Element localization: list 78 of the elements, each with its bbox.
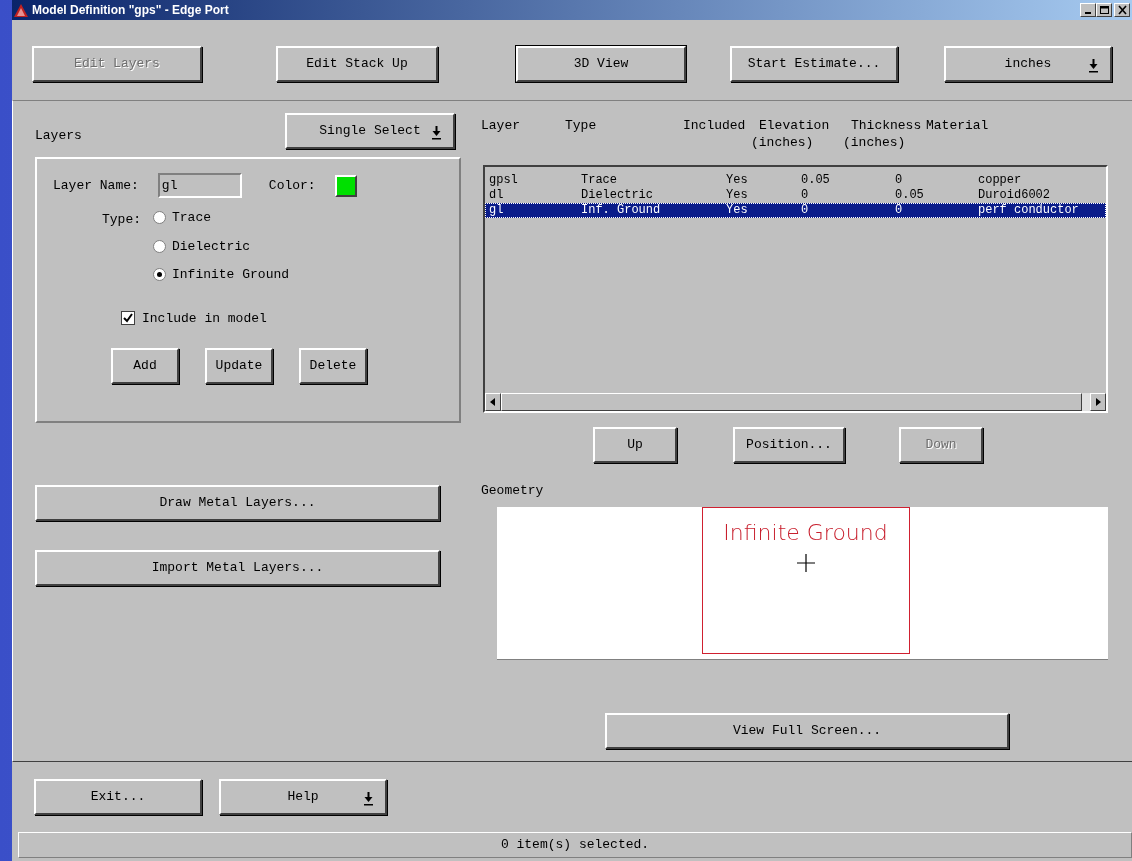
- radio-label: Dielectric: [172, 237, 251, 256]
- push-button[interactable]: Edit Stack Up: [276, 46, 438, 82]
- column-header: Type: [565, 117, 597, 134]
- column-unit: (inches): [843, 134, 906, 151]
- field-label: Type:: [102, 211, 141, 229]
- close-button[interactable]: [1114, 3, 1130, 17]
- layer-name-field[interactable]: gl: [157, 173, 242, 198]
- push-button[interactable]: Exit...: [34, 779, 202, 815]
- list-row[interactable]: gpsl Trace Yes 0.05 0 copper: [485, 173, 1106, 188]
- radio-button[interactable]: [153, 268, 166, 282]
- cell-text: Yes: [726, 188, 749, 203]
- color-swatch[interactable]: [334, 174, 357, 197]
- list-row[interactable]: dl Dielectric Yes 0 0.05 Duroid6002: [485, 188, 1106, 203]
- push-button[interactable]: Position...: [733, 427, 845, 463]
- cell-text: 0: [801, 188, 810, 203]
- window-title: Model Definition "gps" - Edge Port: [32, 2, 230, 19]
- cell-text: 0.05: [895, 188, 925, 203]
- checkbox-label: Include in model: [142, 309, 267, 328]
- push-button[interactable]: View Full Screen...: [605, 712, 1009, 749]
- cell-text: dl: [489, 188, 505, 203]
- cell-text: 0: [801, 203, 810, 218]
- column-header: Included: [683, 117, 746, 134]
- dropdown-arrow-icon: [364, 792, 373, 806]
- cell-text: Yes: [726, 203, 749, 218]
- right-arrow-icon: [1095, 398, 1101, 406]
- cell-text: perf conductor: [978, 203, 1080, 218]
- push-button[interactable]: Import Metal Layers...: [35, 550, 440, 586]
- cell-text: Dielectric: [581, 188, 654, 203]
- crosshair-icon: [796, 553, 815, 572]
- push-button[interactable]: Draw Metal Layers...: [35, 485, 440, 521]
- radio-label: Infinite Ground: [172, 266, 290, 284]
- minimize-button[interactable]: [1080, 3, 1096, 17]
- scroll-right-button[interactable]: [1090, 393, 1106, 411]
- push-button[interactable]: Delete: [299, 348, 367, 384]
- cell-text: gpsl: [489, 173, 519, 188]
- cell-text: 0: [895, 203, 904, 218]
- maximize-icon: [1098, 5, 1110, 15]
- column-unit: (inches): [751, 134, 814, 151]
- cell-text: Yes: [726, 173, 749, 188]
- app-logo-icon: [14, 3, 28, 17]
- push-button[interactable]: Start Estimate...: [730, 46, 898, 82]
- checkbox[interactable]: [121, 311, 135, 326]
- dropdown-button[interactable]: Help: [219, 779, 387, 815]
- close-icon: [1116, 5, 1128, 15]
- radio-label: Trace: [172, 209, 212, 227]
- scroll-left-button[interactable]: [485, 393, 501, 411]
- cell-text: gl: [489, 203, 505, 218]
- dropdown-arrow-icon: [1089, 59, 1098, 73]
- cell-text: Trace: [581, 173, 618, 188]
- list-row[interactable]: gl Inf. Ground Yes 0 0 perf conductor: [485, 203, 1106, 218]
- push-button[interactable]: 3D View: [516, 46, 686, 82]
- field-label: Layer Name:: [53, 176, 139, 195]
- layer-label: Infinite Ground: [723, 519, 888, 546]
- section-label: Geometry: [481, 482, 544, 500]
- cell-text: Inf. Ground: [581, 203, 662, 218]
- dropdown-arrow-icon: [432, 126, 441, 140]
- radio-button[interactable]: [153, 239, 166, 253]
- dropdown-button[interactable]: inches: [944, 46, 1112, 82]
- radio-button[interactable]: [153, 211, 166, 225]
- column-header: Material: [926, 117, 989, 134]
- maximize-button[interactable]: [1096, 3, 1112, 17]
- column-header: Layer: [481, 117, 520, 134]
- minimize-icon: [1085, 12, 1091, 14]
- left-arrow-icon: [490, 398, 496, 406]
- status-bar: 0 item(s) selected.: [18, 832, 1132, 858]
- cell-text: 0: [895, 173, 904, 188]
- cell-text: 0.05: [801, 173, 831, 188]
- section-label: Layers: [35, 127, 82, 146]
- push-button[interactable]: Up: [593, 427, 677, 463]
- push-button[interactable]: Update: [205, 348, 273, 384]
- field-label: Color:: [268, 176, 316, 195]
- column-header: Thickness: [851, 117, 922, 134]
- cell-text: copper: [978, 173, 1023, 188]
- cell-text: Duroid6002: [978, 188, 1051, 203]
- dropdown-button[interactable]: Single Select: [285, 113, 455, 149]
- check-icon: [123, 313, 133, 324]
- push-button[interactable]: Add: [111, 348, 179, 384]
- column-header: Elevation: [759, 117, 830, 134]
